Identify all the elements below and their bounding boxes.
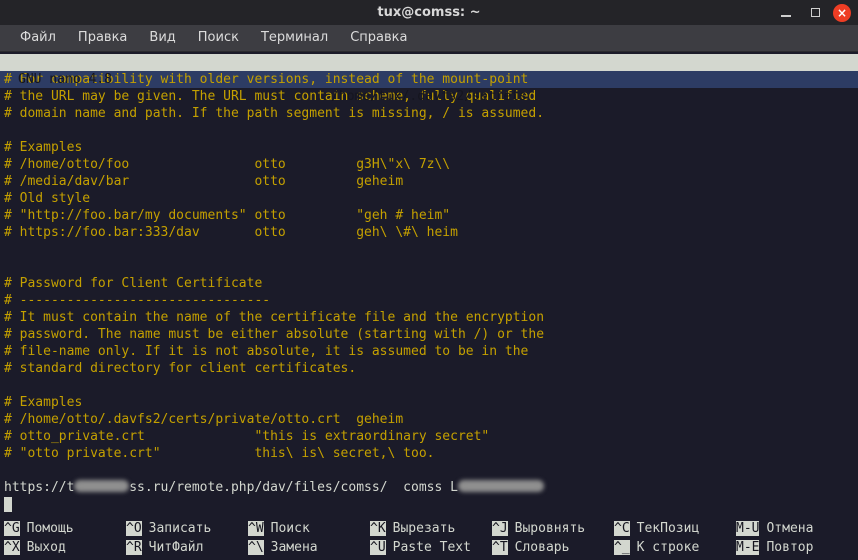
- terminal-content[interactable]: GNU nano 4.8 /home/tux/.davfs2/secrets #…: [0, 52, 858, 560]
- nano-titlebar: GNU nano 4.8 /home/tux/.davfs2/secrets: [0, 54, 858, 71]
- nano-file-path: /home/tux/.davfs2/secrets: [0, 88, 858, 105]
- close-icon: ×: [837, 6, 847, 20]
- titlebar: tux@comss: ~ ×: [0, 0, 858, 25]
- shortcut-label: Поиск: [271, 521, 310, 536]
- editor-line: # "http://foo.bar/my documents" otto "ge…: [4, 207, 858, 224]
- text-cursor: [4, 497, 12, 512]
- menu-item[interactable]: Терминал: [250, 25, 339, 51]
- shortcut-item: ^_ К строке: [614, 539, 736, 558]
- editor-line: # /home/otto/.davfs2/certs/private/otto.…: [4, 411, 858, 428]
- editor-line: # Password for Client Certificate: [4, 275, 858, 292]
- shortcut-item: ^O Записать: [126, 520, 248, 539]
- shortcut-item: ^R ЧитФайл: [126, 539, 248, 558]
- editor-line: # otto_private.crt "this is extraordinar…: [4, 428, 858, 445]
- editor-active-line: https://t ss.ru/remote.php/dav/files/coms…: [4, 479, 858, 496]
- shortcut-item: ^K Вырезать: [370, 520, 492, 539]
- shortcut-key: ^K: [370, 521, 386, 536]
- editor-line: [4, 241, 858, 258]
- minimize-icon: [781, 15, 791, 17]
- shortcut-label: Помощь: [27, 521, 74, 536]
- terminal-window: tux@comss: ~ × ФайлПравкаВидПоискТермина…: [0, 0, 858, 560]
- editor-line: [4, 377, 858, 394]
- redacted-blur: [458, 480, 544, 492]
- menu-item[interactable]: Правка: [67, 25, 138, 51]
- shortcut-item: ^\ Замена: [248, 539, 370, 558]
- shortcut-label: ТекПозиц: [637, 521, 700, 536]
- shortcut-item: ^T Словарь: [492, 539, 614, 558]
- shortcut-label: К строке: [637, 540, 700, 555]
- editor-line: # file-name only. If it is not absolute,…: [4, 343, 858, 360]
- shortcut-item: M-U Отмена: [736, 520, 858, 539]
- redacted-blur: [74, 480, 129, 492]
- shortcut-item: ^G Помощь: [4, 520, 126, 539]
- shortcut-key: M-U: [736, 521, 759, 536]
- url-text: ss.ru/remote.php/dav/files/comss/ comss …: [129, 480, 458, 495]
- shortcut-key: ^O: [126, 521, 142, 536]
- shortcut-key: ^J: [492, 521, 508, 536]
- editor-line: # It must contain the name of the certif…: [4, 309, 858, 326]
- minimize-button[interactable]: [775, 2, 797, 24]
- shortcut-label: Записать: [149, 521, 212, 536]
- editor-line: # standard directory for client certific…: [4, 360, 858, 377]
- shortcut-item: ^X Выход: [4, 539, 126, 558]
- editor-line: # "otto private.crt" this\ is\ secret,\ …: [4, 445, 858, 462]
- shortcut-key: ^T: [492, 540, 508, 555]
- shortcut-item: ^C ТекПозиц: [614, 520, 736, 539]
- editor-line: # Old style: [4, 190, 858, 207]
- editor-line: [4, 462, 858, 479]
- shortcut-label: Повтор: [766, 540, 813, 555]
- url-text: https://t: [4, 480, 74, 495]
- shortcut-item: ^W Поиск: [248, 520, 370, 539]
- nano-version: GNU nano 4.8: [18, 71, 112, 88]
- editor-line: # /media/dav/bar otto geheim: [4, 173, 858, 190]
- editor-line: # password. The name must be either abso…: [4, 326, 858, 343]
- shortcut-key: ^\: [248, 540, 264, 555]
- maximize-button[interactable]: [804, 2, 826, 24]
- editor-line: [4, 122, 858, 139]
- menu-item[interactable]: Справка: [339, 25, 418, 51]
- close-button[interactable]: ×: [833, 4, 851, 22]
- editor-line: # For compatibility with older versions,…: [0, 71, 858, 88]
- shortcut-label: Словарь: [515, 540, 570, 555]
- shortcut-key: ^C: [614, 521, 630, 536]
- editor-line: # https://foo.bar:333/dav otto geh\ \#\ …: [4, 224, 858, 241]
- shortcut-item: M-E Повтор: [736, 539, 858, 558]
- window-title: tux@comss: ~: [0, 5, 858, 20]
- shortcut-item: ^U Paste Text: [370, 539, 492, 558]
- editor-line: # domain name and path. If the path segm…: [4, 105, 858, 122]
- shortcut-key: M-E: [736, 540, 759, 555]
- editor-area[interactable]: # For compatibility with older versions,…: [0, 71, 858, 513]
- window-controls: ×: [775, 2, 858, 24]
- shortcut-key: ^X: [4, 540, 20, 555]
- shortcut-label: Выровнять: [515, 521, 585, 536]
- shortcut-item: ^J Выровнять: [492, 520, 614, 539]
- editor-cursor-line: [4, 496, 858, 513]
- shortcut-label: Вырезать: [393, 521, 456, 536]
- shortcut-label: Paste Text: [393, 540, 471, 555]
- editor-line: # Examples: [4, 394, 858, 411]
- editor-line: # Examples: [4, 139, 858, 156]
- editor-line: # /home/otto/foo otto g3H\"x\ 7z\\: [4, 156, 858, 173]
- editor-line: [4, 258, 858, 275]
- shortcut-label: ЧитФайл: [149, 540, 204, 555]
- menu-item[interactable]: Вид: [138, 25, 186, 51]
- shortcut-key: ^U: [370, 540, 386, 555]
- shortcut-label: Отмена: [766, 521, 813, 536]
- shortcut-bar: ^G Помощь ^X Выход ^O Записать ^R ЧитФайл ^W Поис…: [0, 520, 858, 560]
- shortcut-label: Выход: [27, 540, 66, 555]
- shortcut-key: ^W: [248, 521, 264, 536]
- menubar: ФайлПравкаВидПоискТерминалСправка: [0, 25, 858, 52]
- editor-line: # --------------------------------: [4, 292, 858, 309]
- menu-item[interactable]: Файл: [9, 25, 67, 51]
- shortcut-label: Замена: [271, 540, 318, 555]
- menu-item[interactable]: Поиск: [187, 25, 250, 51]
- shortcut-key: ^G: [4, 521, 20, 536]
- maximize-icon: [811, 8, 820, 17]
- shortcut-key: ^R: [126, 540, 142, 555]
- shortcut-key: ^_: [614, 540, 630, 555]
